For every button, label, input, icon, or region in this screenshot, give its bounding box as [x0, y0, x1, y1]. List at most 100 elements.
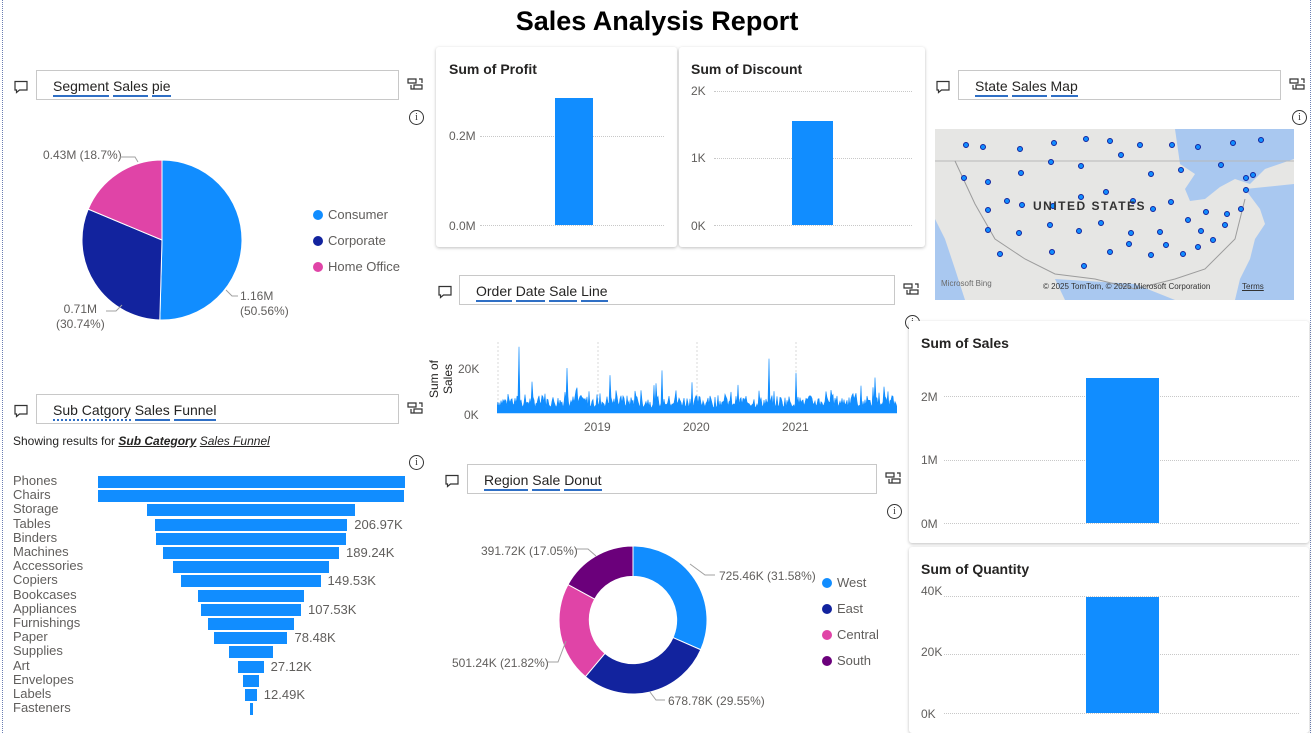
map-bubble[interactable] [1051, 140, 1057, 146]
map-basemap [935, 129, 1294, 300]
map-bubble[interactable] [1198, 228, 1204, 234]
map-bubble[interactable] [1137, 142, 1143, 148]
legend-south[interactable]: South [822, 653, 871, 668]
map-bubble[interactable] [1195, 144, 1201, 150]
card-title: Sum of Quantity [921, 561, 1030, 577]
map-bubble[interactable] [1126, 241, 1132, 247]
map-bubble[interactable] [1128, 230, 1134, 236]
map-bubble[interactable] [1016, 230, 1022, 236]
donut-label-west: 725.46K (31.58%) [719, 569, 816, 583]
map-bubble[interactable] [963, 142, 969, 148]
quantity-bar[interactable] [1086, 597, 1159, 713]
convert-visual-icon[interactable] [885, 470, 901, 486]
map-bubble[interactable] [1238, 206, 1244, 212]
donut-label-central: 501.24K (21.82%) [452, 656, 549, 670]
map-bubble[interactable] [1049, 249, 1055, 255]
map-bubble[interactable] [1178, 167, 1184, 173]
map-bubble[interactable] [1222, 222, 1228, 228]
map-bubble[interactable] [1258, 137, 1264, 143]
legend-central[interactable]: Central [822, 627, 879, 642]
map-terms-link[interactable]: Terms [1242, 282, 1264, 291]
legend-label: East [837, 601, 864, 616]
map-bubble[interactable] [1107, 138, 1113, 144]
map-provider-logo: Microsoft Bing [941, 279, 992, 288]
map-bubble[interactable] [1098, 220, 1104, 226]
report-frame-right [1310, 0, 1311, 733]
map-bubble[interactable] [1168, 199, 1174, 205]
map-bubble[interactable] [961, 175, 967, 181]
map-bubble[interactable] [1076, 228, 1082, 234]
map-country-label: UNITED STATES [1033, 199, 1147, 213]
map-bubble[interactable] [985, 227, 991, 233]
map-bubble[interactable] [1081, 263, 1087, 269]
donut-label-east: 678.78K (29.55%) [668, 694, 765, 708]
map-bubble[interactable] [1150, 206, 1156, 212]
map-bubble[interactable] [1243, 175, 1249, 181]
quantity-card: Sum of Quantity 40K 20K 0K [909, 547, 1309, 733]
legend-dot [822, 630, 832, 640]
map-bubble[interactable] [1230, 140, 1236, 146]
map-bubble[interactable] [1004, 198, 1010, 204]
donut-label-south: 391.72K (17.05%) [481, 544, 578, 558]
y-tick: 0K [921, 707, 936, 721]
map-bubble[interactable] [1210, 237, 1216, 243]
map-bubble[interactable] [1169, 142, 1175, 148]
legend-east[interactable]: East [822, 601, 863, 616]
gridline [944, 523, 1299, 524]
map-bubble[interactable] [1107, 249, 1113, 255]
qa-input-statemap[interactable]: State Sales Map [958, 70, 1281, 100]
y-tick: 2M [921, 390, 938, 404]
map-bubble[interactable] [985, 207, 991, 213]
y-tick: 40K [921, 584, 943, 598]
map-bubble[interactable] [1148, 171, 1154, 177]
map-bubble[interactable] [1218, 162, 1224, 168]
legend-label: Central [837, 627, 879, 642]
map-bubble[interactable] [985, 179, 991, 185]
donut-leader-lines [548, 548, 715, 701]
map-bubble[interactable] [1243, 187, 1249, 193]
discount-bar[interactable] [792, 121, 833, 225]
qa-token: State [975, 78, 1008, 97]
legend-label: South [837, 653, 871, 668]
qa-token: Map [1050, 78, 1078, 97]
map-bubble[interactable] [1203, 209, 1209, 215]
legend-dot [822, 604, 832, 614]
map-bubble[interactable] [1157, 229, 1163, 235]
y-tick: 0M [921, 517, 938, 531]
map-bubble[interactable] [1103, 189, 1109, 195]
map-bubble[interactable] [980, 144, 986, 150]
legend-west[interactable]: West [822, 575, 866, 590]
map-bubble[interactable] [1163, 242, 1169, 248]
map-bubble[interactable] [1224, 211, 1230, 217]
y-tick: 20K [921, 645, 943, 659]
gridline [944, 713, 1299, 714]
card-title: Sum of Sales [921, 335, 1009, 351]
map-bubble[interactable] [1019, 202, 1025, 208]
map-bubble[interactable] [1118, 152, 1124, 158]
x-tick: 2021 [782, 420, 809, 434]
comment-icon[interactable] [935, 79, 951, 95]
map-bubble[interactable] [1018, 170, 1024, 176]
y-tick: 1M [921, 453, 938, 467]
info-icon[interactable]: i [887, 504, 902, 519]
map-bubble[interactable] [1148, 252, 1154, 258]
legend-dot [822, 656, 832, 666]
map-bubble[interactable] [1017, 146, 1023, 152]
map-bubble[interactable] [1195, 244, 1201, 250]
state-sales-map[interactable]: UNITED STATES Microsoft Bing © 2025 TomT… [935, 129, 1294, 300]
info-icon[interactable]: i [1292, 110, 1307, 125]
map-bubble[interactable] [997, 251, 1003, 257]
sales-bar[interactable] [1086, 378, 1159, 523]
convert-visual-icon[interactable] [903, 281, 919, 297]
convert-visual-icon[interactable] [1289, 76, 1305, 92]
map-bubble[interactable] [1250, 172, 1256, 178]
legend-label: West [837, 575, 867, 590]
map-bubble[interactable] [1078, 163, 1084, 169]
map-bubble[interactable] [1048, 159, 1054, 165]
map-bubble[interactable] [1047, 222, 1053, 228]
sales-card: Sum of Sales 2M 1M 0M [909, 321, 1309, 543]
qa-token: Sales [1011, 78, 1047, 97]
map-bubble[interactable] [1185, 217, 1191, 223]
map-bubble[interactable] [1083, 136, 1089, 142]
map-bubble[interactable] [1180, 251, 1186, 257]
